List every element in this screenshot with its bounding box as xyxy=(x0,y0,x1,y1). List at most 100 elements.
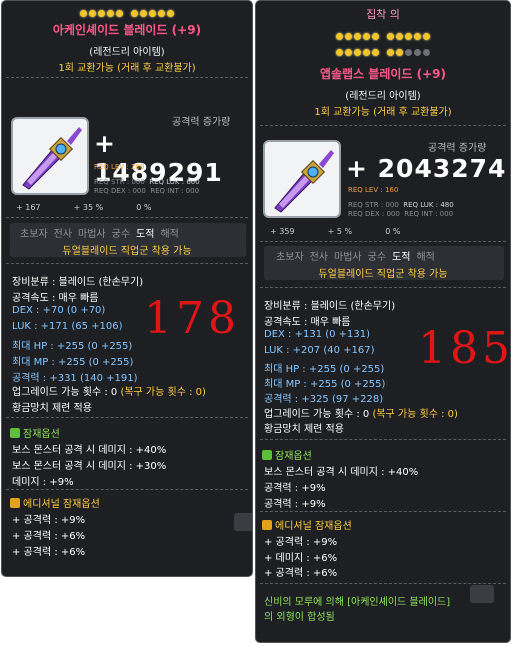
mini-stat-b: + 35 % xyxy=(73,203,104,212)
star-filled-icon xyxy=(158,9,165,17)
attack-increase-label: 공격력 증가량 xyxy=(172,117,231,128)
star-force-row-2 xyxy=(256,47,510,58)
star-force-row-1 xyxy=(256,31,510,42)
potential-badge-icon xyxy=(10,428,20,438)
item-name: 아케인셰이드 블레이드 (+9) xyxy=(52,23,202,37)
potential-title: 잠재옵션 xyxy=(275,451,312,462)
additional-line: + 공격력 : +6% xyxy=(264,568,338,579)
stat-hp: 최대 HP : +255 (0 +255) xyxy=(264,364,385,375)
attack-increase-value: + 2043274 xyxy=(346,154,507,183)
req-int: REQ INT : 000 xyxy=(150,187,200,195)
star-empty-icon xyxy=(414,48,421,56)
job-2: 마법사 xyxy=(78,229,106,240)
additional-line: + 공격력 : +6% xyxy=(12,547,86,558)
upgrade-count: 업그레이드 가능 횟수 : 0 xyxy=(12,387,118,398)
mini-stat-b: + 5 % xyxy=(327,227,353,236)
additional-line: + 공격력 : +9% xyxy=(264,537,338,548)
star-filled-icon xyxy=(98,9,105,17)
req-dex: REQ DEX : 000 xyxy=(348,210,400,218)
star-filled-icon xyxy=(396,48,403,56)
job-list: 초보자 전사 마법사 궁수 도적 해적 xyxy=(20,225,185,240)
additional-title: 에디셔널 잠재옵션 xyxy=(23,499,100,510)
star-filled-icon xyxy=(149,9,156,17)
divider xyxy=(260,287,506,288)
req-level: REQ LEV : 200 xyxy=(94,163,145,171)
mini-stat-row: + 167 + 35 % 0 % xyxy=(16,203,152,212)
star-filled-icon xyxy=(387,32,394,40)
potential-line: 공격력 : +9% xyxy=(264,483,326,494)
req-luk: REQ LUK : 600 xyxy=(149,178,200,186)
additional-title: 에디셔널 잠재옵션 xyxy=(275,521,352,532)
mini-stat-c: 0 % xyxy=(385,227,401,236)
job-5: 해적 xyxy=(416,252,435,263)
star-filled-icon xyxy=(167,9,174,17)
potential-badge-icon xyxy=(262,450,272,460)
lock-icon xyxy=(470,585,494,603)
req-stats: REQ STR : 000 REQ LUK : 480 REQ DEX : 00… xyxy=(348,201,454,219)
potential-line: 보스 몬스터 공격 시 데미지 : +30% xyxy=(12,461,167,472)
item-prefix: 집착 의 xyxy=(366,8,400,21)
additional-badge-icon xyxy=(262,520,272,530)
potential-header: 잠재옵션 xyxy=(10,425,60,440)
additional-header: 에디셔널 잠재옵션 xyxy=(262,517,352,532)
star-empty-icon xyxy=(423,48,430,56)
job-4: 도적 xyxy=(136,229,155,240)
divider xyxy=(260,241,506,242)
req-luk: REQ LUK : 480 xyxy=(403,201,454,209)
req-stats: REQ STR : 000 REQ LUK : 600 REQ DEX : 00… xyxy=(94,178,200,196)
star-filled-icon xyxy=(372,32,379,40)
stat-luk: LUK : +171 (65 +106) xyxy=(12,321,123,332)
star-empty-icon xyxy=(405,48,412,56)
divider xyxy=(6,417,248,418)
lock-icon xyxy=(234,513,252,531)
star-filled-icon xyxy=(363,32,370,40)
additional-line: + 공격력 : +6% xyxy=(12,531,86,542)
star-filled-icon xyxy=(107,9,114,17)
star-filled-icon xyxy=(140,9,147,17)
stat-dex: DEX : +70 (0 +70) xyxy=(12,305,106,316)
job-3: 궁수 xyxy=(367,252,387,263)
star-filled-icon xyxy=(336,32,343,40)
additional-line: + 데미지 : +6% xyxy=(264,553,338,564)
attack-increase-label: 공격력 증가량 xyxy=(428,143,487,154)
fusion-note-line-1: 신비의 모루에 의해 [아케인셰이드 블레이드] xyxy=(264,597,451,608)
trade-status: 1회 교환가능 (거래 후 교환불가) xyxy=(58,63,196,74)
divider xyxy=(6,489,248,490)
blade-item-icon xyxy=(274,150,334,213)
handwritten-note: 185 xyxy=(418,323,511,374)
star-filled-icon xyxy=(387,48,394,56)
stat-luk: LUK : +207 (40 +167) xyxy=(264,345,375,356)
star-filled-icon xyxy=(363,48,370,56)
potential-line: 보스 몬스터 공격 시 데미지 : +40% xyxy=(264,467,419,478)
divider xyxy=(6,77,248,78)
star-filled-icon xyxy=(414,32,421,40)
potential-header: 잠재옵션 xyxy=(262,447,312,462)
star-filled-icon xyxy=(405,32,412,40)
star-filled-icon xyxy=(345,32,352,40)
star-filled-icon xyxy=(354,48,361,56)
job-0: 초보자 xyxy=(276,252,304,263)
stat-dex: DEX : +131 (0 +131) xyxy=(264,329,371,340)
stat-speed: 공격속도 : 매우 빠름 xyxy=(264,317,351,328)
item-grade: (레전드리 아이템) xyxy=(89,47,165,58)
item-grade: (레전드리 아이템) xyxy=(345,91,421,102)
star-filled-icon xyxy=(423,32,430,40)
potential-title: 잠재옵션 xyxy=(23,429,60,440)
stat-category: 장비분류 : 블레이드 (한손무기) xyxy=(12,277,144,288)
req-str: REQ STR : 000 xyxy=(94,178,145,186)
item-icon-box xyxy=(263,140,341,218)
stat-mp: 최대 MP : +255 (0 +255) xyxy=(264,379,386,390)
divider xyxy=(260,583,506,584)
job-1: 전사 xyxy=(53,229,73,240)
stat-hammer: 황금망치 제련 적용 xyxy=(264,424,344,435)
mini-stat-a: + 359 xyxy=(270,227,295,236)
item-name: 앱솔랩스 블레이드 (+9) xyxy=(319,67,447,81)
stat-attack: 공격력 : +325 (97 +228) xyxy=(264,394,384,405)
star-filled-icon xyxy=(396,32,403,40)
star-filled-icon xyxy=(372,48,379,56)
star-filled-icon xyxy=(131,9,138,17)
job-list: 초보자 전사 마법사 궁수 도적 해적 xyxy=(276,248,441,263)
job-2: 마법사 xyxy=(334,252,362,263)
additional-line: + 공격력 : +9% xyxy=(12,515,86,526)
stat-upgrade: 업그레이드 가능 횟수 : 0 (복구 가능 횟수 : 0) xyxy=(264,405,458,420)
